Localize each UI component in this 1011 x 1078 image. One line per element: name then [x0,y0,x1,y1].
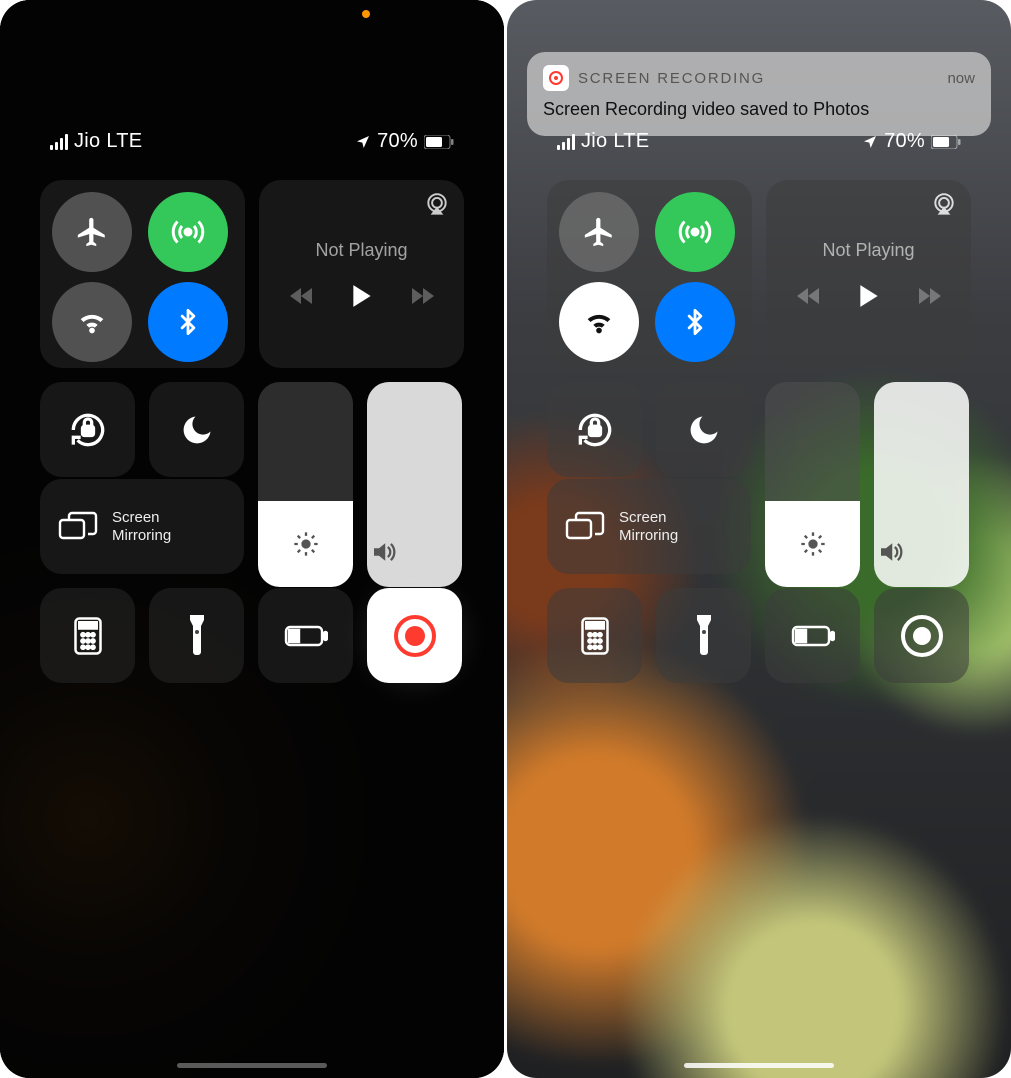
battery-low-power-icon [791,625,835,647]
location-icon [862,134,878,150]
calculator-button[interactable] [40,588,135,683]
previous-track-icon[interactable] [289,286,315,306]
signal-bars-icon [50,134,68,150]
bluetooth-toggle[interactable] [655,282,735,362]
orientation-lock-toggle[interactable] [547,382,642,477]
brightness-slider[interactable] [258,382,353,587]
notification-time: now [947,70,975,87]
wifi-toggle[interactable] [52,282,132,362]
orientation-lock-icon [573,408,617,452]
low-power-mode-toggle[interactable] [765,588,860,683]
brightness-icon [799,530,827,558]
record-idle-icon [901,615,943,657]
notification-body: Screen Recording video saved to Photos [543,99,975,120]
airplay-icon[interactable] [424,192,450,218]
screen-record-button[interactable] [367,588,462,683]
carrier-label: Jio LTE [581,130,649,153]
play-icon[interactable] [858,283,880,309]
media-label: Not Playing [822,240,914,261]
battery-percent: 70% [377,130,418,153]
mirror-label: ScreenMirroring [112,509,171,545]
brightness-icon [292,530,320,558]
cellular-antenna-icon [677,214,713,250]
cellular-data-toggle[interactable] [148,192,228,272]
low-power-mode-toggle[interactable] [258,588,353,683]
panel-left: Jio LTE 70% [0,0,504,1078]
calculator-icon [73,616,103,656]
airplay-icon[interactable] [931,192,957,218]
notification-app-icon [543,65,569,91]
carrier-label: Jio LTE [74,130,142,153]
flashlight-button[interactable] [149,588,244,683]
brightness-slider[interactable] [765,382,860,587]
airplane-mode-toggle[interactable] [52,192,132,272]
connectivity-tile[interactable] [547,180,752,368]
cellular-data-toggle[interactable] [655,192,735,272]
panel-right: SCREEN RECORDING now Screen Recording vi… [507,0,1011,1078]
do-not-disturb-toggle[interactable] [149,382,244,477]
wifi-icon [75,305,109,339]
calculator-icon [580,616,610,656]
control-center: Not Playing [40,180,464,601]
volume-icon [874,537,969,567]
media-tile[interactable]: Not Playing [259,180,464,368]
signal-bars-icon [557,134,575,150]
screen-mirroring-button[interactable]: ScreenMirroring [40,479,244,574]
home-indicator[interactable] [684,1063,834,1068]
screen-mirroring-icon [565,511,605,543]
control-center: Not Playing [547,180,971,601]
connectivity-tile[interactable] [40,180,245,368]
wifi-toggle[interactable] [559,282,639,362]
bluetooth-icon [174,304,202,340]
volume-slider[interactable] [874,382,969,587]
volume-icon [367,537,462,567]
mirror-label: ScreenMirroring [619,509,678,545]
status-bar: Jio LTE 70% [557,130,961,153]
battery-low-power-icon [284,625,328,647]
orientation-lock-icon [66,408,110,452]
battery-icon [424,135,454,149]
moon-icon [686,412,722,448]
calculator-button[interactable] [547,588,642,683]
location-icon [355,134,371,150]
screen-mirroring-button[interactable]: ScreenMirroring [547,479,751,574]
play-icon[interactable] [351,283,373,309]
flashlight-icon [187,615,207,657]
battery-percent: 70% [884,130,925,153]
notification-banner[interactable]: SCREEN RECORDING now Screen Recording vi… [527,52,991,136]
airplane-icon [75,215,109,249]
previous-track-icon[interactable] [796,286,822,306]
home-indicator[interactable] [177,1063,327,1068]
media-tile[interactable]: Not Playing [766,180,971,368]
cellular-antenna-icon [170,214,206,250]
record-active-icon [394,615,436,657]
flashlight-button[interactable] [656,588,751,683]
bluetooth-icon [681,304,709,340]
flashlight-icon [694,615,714,657]
mic-in-use-indicator [362,10,370,18]
next-track-icon[interactable] [916,286,942,306]
orientation-lock-toggle[interactable] [40,382,135,477]
moon-icon [179,412,215,448]
airplane-mode-toggle[interactable] [559,192,639,272]
battery-icon [931,135,961,149]
screen-mirroring-icon [58,511,98,543]
screen-record-button[interactable] [874,588,969,683]
status-bar: Jio LTE 70% [50,130,454,153]
bluetooth-toggle[interactable] [148,282,228,362]
volume-slider[interactable] [367,382,462,587]
airplane-icon [582,215,616,249]
wifi-icon [582,305,616,339]
next-track-icon[interactable] [409,286,435,306]
do-not-disturb-toggle[interactable] [656,382,751,477]
notification-app-name: SCREEN RECORDING [578,70,765,87]
media-label: Not Playing [315,240,407,261]
